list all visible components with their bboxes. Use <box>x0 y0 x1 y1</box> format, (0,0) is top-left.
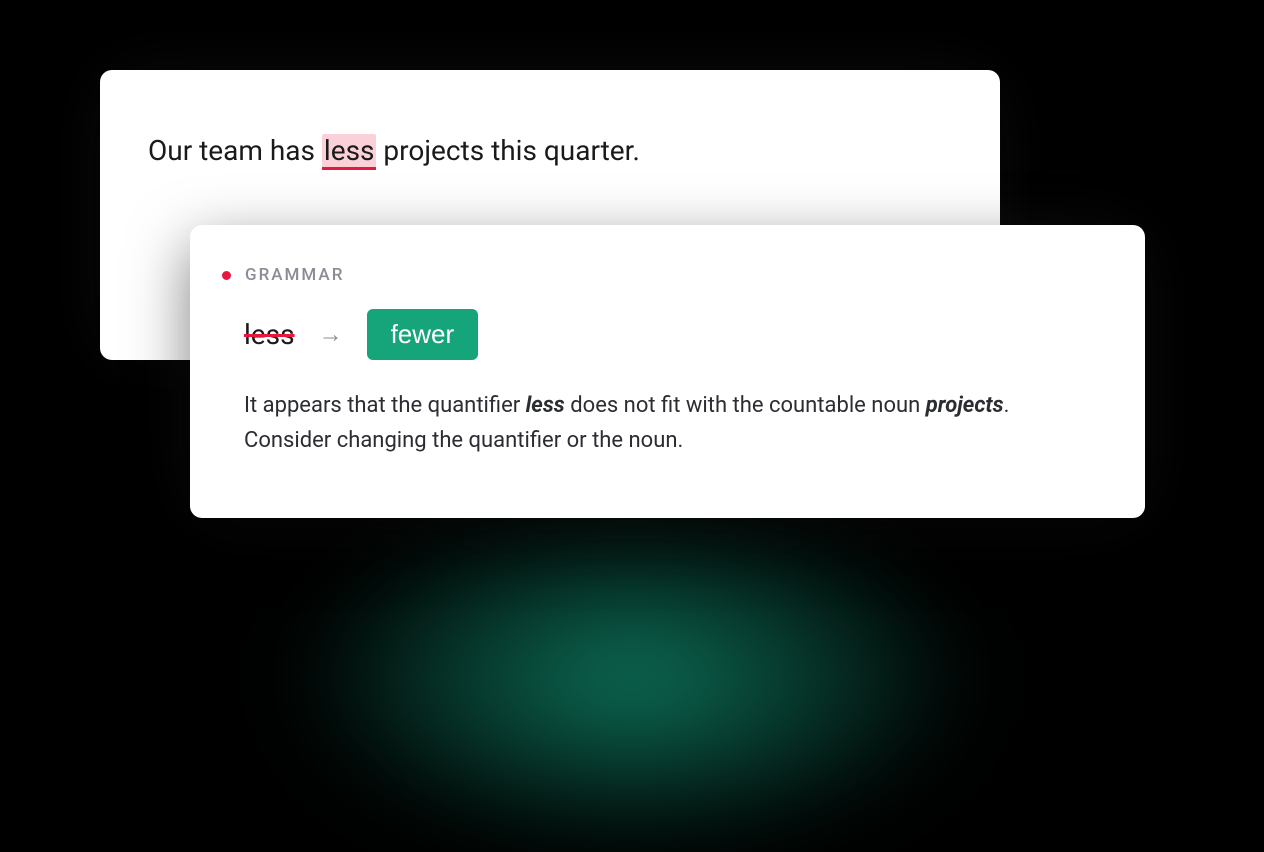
apply-suggestion-button[interactable]: fewer <box>367 309 479 360</box>
sentence-text-after: projects this quarter. <box>376 134 639 167</box>
original-word-strikethrough: less <box>244 318 295 351</box>
suggestion-card: GRAMMAR less → fewer It appears that the… <box>190 225 1145 518</box>
explanation-emphasis-1: less <box>526 393 565 418</box>
suggestion-category: GRAMMAR <box>245 265 344 285</box>
editor-sentence: Our team has less projects this quarter. <box>148 130 952 172</box>
suggestion-header: GRAMMAR <box>222 265 1093 285</box>
explanation-text-2: does not fit with the countable noun <box>565 393 926 418</box>
error-highlight[interactable]: less <box>322 134 377 170</box>
suggestion-explanation: It appears that the quantifier less does… <box>244 388 1064 458</box>
arrow-right-icon: → <box>319 320 343 349</box>
explanation-text-1: It appears that the quantifier <box>244 393 526 418</box>
replacement-row: less → fewer <box>244 309 1093 360</box>
explanation-emphasis-2: projects <box>926 393 1004 418</box>
sentence-text-before: Our team has <box>148 134 322 167</box>
background-glow <box>282 502 982 852</box>
error-dot-icon <box>222 271 231 280</box>
